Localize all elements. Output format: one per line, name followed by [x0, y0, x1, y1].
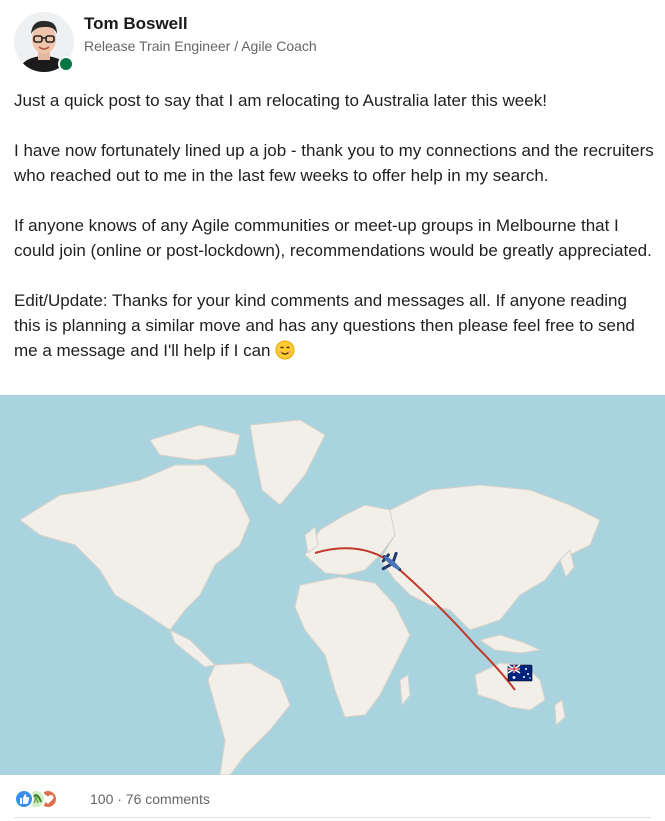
footer-divider: [14, 817, 651, 818]
post-paragraph-text: Edit/Update: Thanks for your kind commen…: [14, 291, 635, 360]
social-counts-bar[interactable]: 100 · 76 comments: [14, 787, 654, 811]
post-image-world-map[interactable]: [0, 395, 665, 775]
post-body: Just a quick post to say that I am reloc…: [14, 88, 654, 367]
online-status-icon: [58, 56, 74, 72]
post-header: Tom Boswell Release Train Engineer / Agi…: [14, 12, 654, 74]
author-name[interactable]: Tom Boswell: [84, 14, 188, 34]
post-paragraph: Just a quick post to say that I am reloc…: [14, 91, 547, 110]
world-map: [0, 395, 665, 775]
like-icon: [14, 789, 34, 809]
australia-flag-icon: [507, 664, 533, 682]
author-headline: Release Train Engineer / Agile Coach: [84, 38, 317, 54]
post-paragraph-last: Edit/Update: Thanks for your kind commen…: [14, 288, 654, 367]
smiling-face-icon: [275, 340, 295, 367]
post-paragraph: If anyone knows of any Agile communities…: [14, 216, 652, 260]
post-paragraph: I have now fortunately lined up a job - …: [14, 141, 654, 185]
reactions-comments-count[interactable]: 100 · 76 comments: [90, 791, 210, 807]
